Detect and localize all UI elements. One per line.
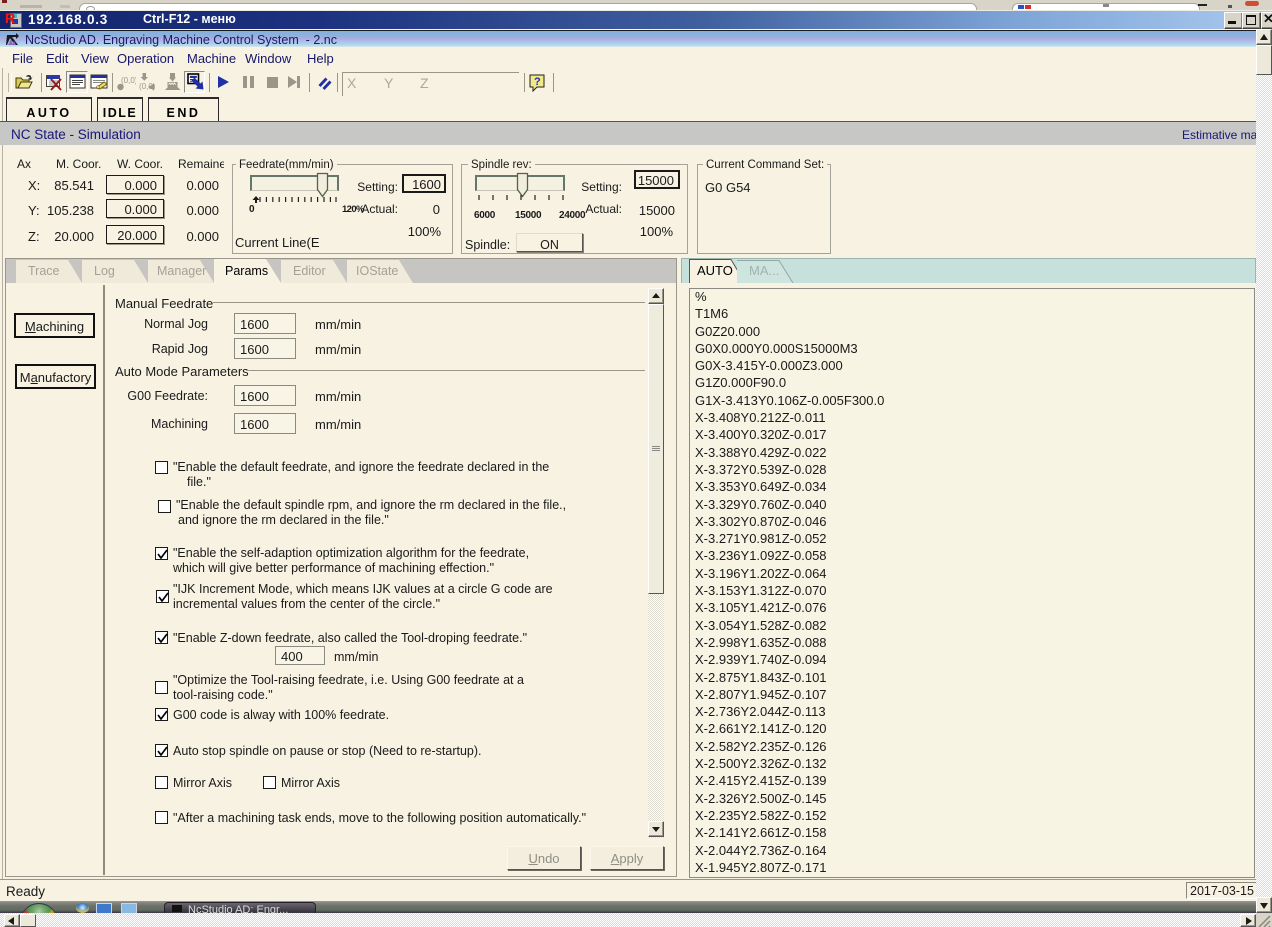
svg-text:?: ? — [534, 76, 541, 88]
svg-text:(0,0): (0,0) — [121, 76, 136, 85]
